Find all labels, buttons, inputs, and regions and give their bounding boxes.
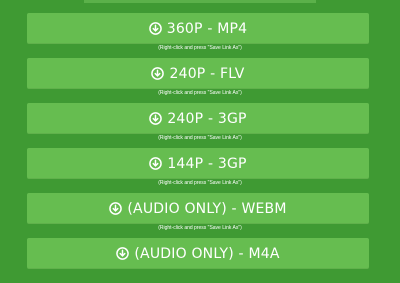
download-item: 240P - 3GP (Right-click and press "Save …	[0, 103, 400, 148]
download-240p-3gp-button[interactable]: 240P - 3GP	[27, 103, 369, 134]
download-circle-icon	[149, 157, 163, 170]
save-link-hint: (Right-click and press "Save Link As")	[158, 180, 242, 186]
download-360p-mp4-button[interactable]: 360P - MP4	[27, 13, 369, 44]
download-label: 240P - 3GP	[167, 110, 247, 127]
download-item: 144P - 3GP (Right-click and press "Save …	[0, 148, 400, 193]
download-240p-flv-button[interactable]: 240P - FLV	[27, 58, 369, 89]
download-item: 360P - MP4 (Right-click and press "Save …	[0, 13, 400, 58]
download-label: (AUDIO ONLY) - M4A	[134, 245, 280, 262]
save-link-hint: (Right-click and press "Save Link As")	[158, 225, 242, 231]
download-circle-icon	[148, 22, 162, 35]
download-label: 144P - 3GP	[167, 155, 247, 172]
download-144p-3gp-button[interactable]: 144P - 3GP	[27, 148, 369, 179]
download-circle-icon	[116, 247, 130, 260]
download-audio-webm-button[interactable]: (AUDIO ONLY) - WEBM	[27, 193, 369, 224]
save-link-hint: (Right-click and press "Save Link As")	[158, 45, 242, 51]
download-circle-icon	[149, 112, 163, 125]
download-item: (AUDIO ONLY) - WEBM (Right-click and pre…	[0, 193, 400, 238]
download-item: 240P - FLV (Right-click and press "Save …	[0, 58, 400, 103]
download-circle-icon	[151, 67, 165, 80]
download-label: 360P - MP4	[166, 20, 248, 37]
top-divider	[84, 0, 316, 3]
save-link-hint: (Right-click and press "Save Link As")	[158, 135, 242, 141]
download-audio-m4a-button[interactable]: (AUDIO ONLY) - M4A	[27, 238, 369, 269]
download-item: (AUDIO ONLY) - M4A	[0, 238, 400, 283]
download-label: (AUDIO ONLY) - WEBM	[127, 200, 287, 217]
download-circle-icon	[109, 202, 123, 215]
save-link-hint: (Right-click and press "Save Link As")	[158, 90, 242, 96]
download-list: 360P - MP4 (Right-click and press "Save …	[0, 13, 400, 283]
download-label: 240P - FLV	[169, 65, 245, 82]
